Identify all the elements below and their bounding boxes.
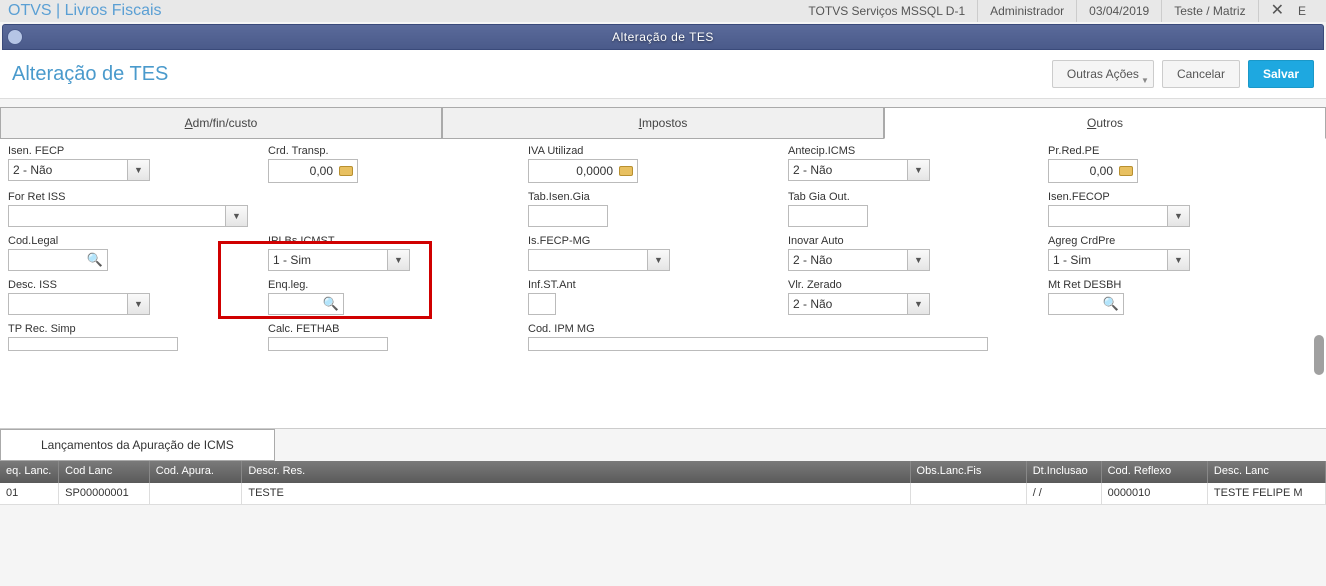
isen-fecp-select[interactable]: 2 - Não bbox=[8, 159, 128, 181]
cod-ipm-mg-input[interactable] bbox=[528, 337, 988, 351]
for-ret-iss-select[interactable] bbox=[8, 205, 226, 227]
label-inovar-auto: Inovar Auto bbox=[788, 235, 1048, 247]
label-mt-ret-desbh: Mt Ret DESBH bbox=[1048, 279, 1308, 291]
label-is-fecp-mg: Is.FECP-MG bbox=[528, 235, 788, 247]
action-bar: Outras Ações▼ Cancelar Salvar bbox=[1052, 60, 1314, 88]
ipi-bs-icmst-select[interactable]: 1 - Sim bbox=[268, 249, 388, 271]
cancelar-button[interactable]: Cancelar bbox=[1162, 60, 1240, 88]
ex-label: E bbox=[1296, 0, 1318, 22]
label-desc-iss: Desc. ISS bbox=[8, 279, 268, 291]
tp-rec-simp-select[interactable] bbox=[8, 337, 178, 351]
label-antecip-icms: Antecip.ICMS bbox=[788, 145, 1048, 157]
label-isen-fecop: Isen.FECOP bbox=[1048, 191, 1308, 203]
inf-st-ant-input[interactable] bbox=[528, 293, 556, 315]
prred-pe-input[interactable]: 0,00 bbox=[1048, 159, 1138, 183]
tab-adm[interactable]: Adm/fin/custo bbox=[0, 107, 442, 139]
top-right: TOTVS Serviços MSSQL D-1 Administrador 0… bbox=[796, 0, 1318, 22]
salvar-button[interactable]: Salvar bbox=[1248, 60, 1314, 88]
isen-fecop-select[interactable] bbox=[1048, 205, 1168, 227]
top-strip: OTVS | Livros Fiscais TOTVS Serviços MSS… bbox=[0, 0, 1326, 22]
calc-icon bbox=[1119, 166, 1133, 176]
chevron-down-icon[interactable]: ▼ bbox=[128, 293, 150, 315]
scrollbar-thumb[interactable] bbox=[1314, 335, 1324, 375]
label-prred-pe: Pr.Red.PE bbox=[1048, 145, 1308, 157]
antecip-icms-select[interactable]: 2 - Não bbox=[788, 159, 908, 181]
crd-transp-input[interactable]: 0,00 bbox=[268, 159, 358, 183]
agreg-crdpre-select[interactable]: 1 - Sim bbox=[1048, 249, 1168, 271]
outras-acoes-button[interactable]: Outras Ações▼ bbox=[1052, 60, 1154, 88]
vlr-zerado-select[interactable]: 2 - Não bbox=[788, 293, 908, 315]
desc-iss-select[interactable] bbox=[8, 293, 128, 315]
col-cod-reflexo[interactable]: Cod. Reflexo bbox=[1102, 461, 1208, 483]
tabs: Adm/fin/custo Impostos Outros bbox=[0, 107, 1326, 139]
title-bar: Alteração de TES bbox=[2, 24, 1324, 50]
label-isen-fecp: Isen. FECP bbox=[8, 145, 268, 157]
col-dt-inclusao[interactable]: Dt.Inclusao bbox=[1027, 461, 1102, 483]
tab-gia-out-input[interactable] bbox=[788, 205, 868, 227]
chevron-down-icon: ▼ bbox=[1141, 76, 1149, 85]
calc-fethab-select[interactable] bbox=[268, 337, 388, 351]
grid-tabs: Lançamentos da Apuração de ICMS bbox=[0, 429, 1326, 461]
label-tab-isen-gia: Tab.Isen.Gia bbox=[528, 191, 788, 203]
mt-ret-desbh-lookup[interactable]: 🔍 bbox=[1048, 293, 1124, 315]
label-ipi-bs-icmst: IPI Bs.ICMST bbox=[268, 235, 528, 247]
col-eq-lanc[interactable]: eq. Lanc. bbox=[0, 461, 59, 483]
label-tab-gia-out: Tab Gia Out. bbox=[788, 191, 1048, 203]
enq-leg-lookup[interactable]: 🔍 bbox=[268, 293, 344, 315]
table-row[interactable]: 01 SP00000001 TESTE / / 0000010 TESTE FE… bbox=[0, 483, 1326, 505]
label-for-ret-iss: For Ret ISS bbox=[8, 191, 268, 203]
tab-isen-gia-input[interactable] bbox=[528, 205, 608, 227]
col-cod-apura[interactable]: Cod. Apura. bbox=[150, 461, 243, 483]
env-label: TOTVS Serviços MSSQL D-1 bbox=[796, 0, 977, 22]
col-descr-res[interactable]: Descr. Res. bbox=[242, 461, 910, 483]
date-label: 03/04/2019 bbox=[1076, 0, 1161, 22]
tab-impostos[interactable]: Impostos bbox=[442, 107, 884, 139]
col-cod-lanc[interactable]: Cod Lanc bbox=[59, 461, 150, 483]
label-cod-ipm-mg: Cod. IPM MG bbox=[528, 323, 1048, 335]
label-crd-transp: Crd. Transp. bbox=[268, 145, 528, 157]
chevron-down-icon[interactable]: ▼ bbox=[908, 249, 930, 271]
page-title: Alteração de TES bbox=[12, 63, 168, 86]
close-icon[interactable]: ✕ bbox=[1258, 0, 1296, 22]
title-bar-icon bbox=[7, 29, 23, 45]
label-agreg-crdpre: Agreg CrdPre bbox=[1048, 235, 1308, 247]
chevron-down-icon[interactable]: ▼ bbox=[908, 293, 930, 315]
grid: eq. Lanc. Cod Lanc Cod. Apura. Descr. Re… bbox=[0, 461, 1326, 505]
search-icon: 🔍 bbox=[1103, 296, 1119, 312]
label-cod-legal: Cod.Legal bbox=[8, 235, 268, 247]
chevron-down-icon[interactable]: ▼ bbox=[128, 159, 150, 181]
search-icon: 🔍 bbox=[87, 252, 103, 268]
tab-outros[interactable]: Outros bbox=[884, 107, 1326, 139]
chevron-down-icon[interactable]: ▼ bbox=[388, 249, 410, 271]
inovar-auto-select[interactable]: 2 - Não bbox=[788, 249, 908, 271]
sub-header: Alteração de TES Outras Ações▼ Cancelar … bbox=[0, 50, 1326, 99]
calc-icon bbox=[339, 166, 353, 176]
label-iva-utilizad: IVA Utilizad bbox=[528, 145, 788, 157]
label-inf-st-ant: Inf.ST.Ant bbox=[528, 279, 788, 291]
branch-label: Teste / Matriz bbox=[1161, 0, 1257, 22]
grid-header: eq. Lanc. Cod Lanc Cod. Apura. Descr. Re… bbox=[0, 461, 1326, 483]
chevron-down-icon[interactable]: ▼ bbox=[1168, 249, 1190, 271]
calc-icon bbox=[619, 166, 633, 176]
form-area: Isen. FECP 2 - Não▼ Crd. Transp. 0,00 IV… bbox=[0, 139, 1326, 429]
is-fecp-mg-select[interactable] bbox=[528, 249, 648, 271]
label-tp-rec-simp: TP Rec. Simp bbox=[8, 323, 268, 335]
col-obs-lanc-fis[interactable]: Obs.Lanc.Fis bbox=[911, 461, 1027, 483]
chevron-down-icon[interactable]: ▼ bbox=[1168, 205, 1190, 227]
chevron-down-icon[interactable]: ▼ bbox=[226, 205, 248, 227]
iva-utilizad-input[interactable]: 0,0000 bbox=[528, 159, 638, 183]
user-label: Administrador bbox=[977, 0, 1076, 22]
label-enq-leg: Enq.leg. bbox=[268, 279, 528, 291]
cod-legal-lookup[interactable]: 🔍 bbox=[8, 249, 108, 271]
col-desc-lanc[interactable]: Desc. Lanc bbox=[1208, 461, 1326, 483]
grid-tab-lancamentos[interactable]: Lançamentos da Apuração de ICMS bbox=[0, 429, 275, 461]
title-bar-text: Alteração de TES bbox=[612, 30, 714, 44]
chevron-down-icon[interactable]: ▼ bbox=[648, 249, 670, 271]
chevron-down-icon[interactable]: ▼ bbox=[908, 159, 930, 181]
search-icon: 🔍 bbox=[323, 296, 339, 312]
label-vlr-zerado: Vlr. Zerado bbox=[788, 279, 1048, 291]
label-calc-fethab: Calc. FETHAB bbox=[268, 323, 528, 335]
app-title: OTVS | Livros Fiscais bbox=[8, 2, 162, 20]
